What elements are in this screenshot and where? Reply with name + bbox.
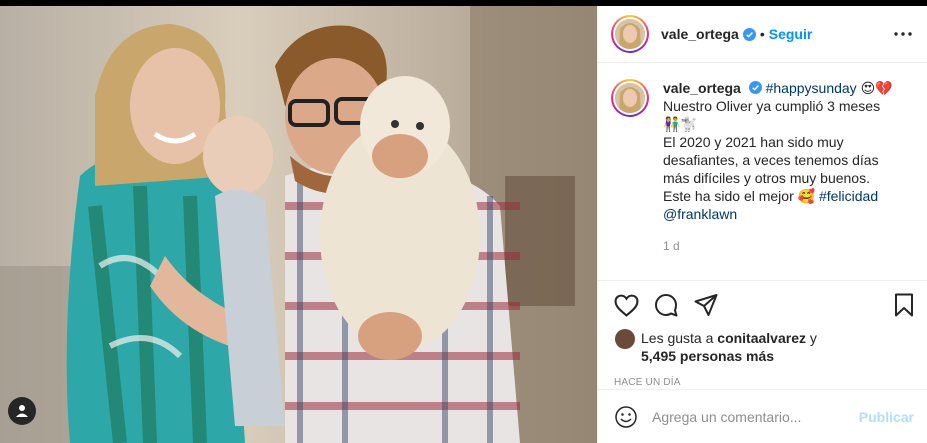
user-tag-button[interactable] [8, 397, 36, 425]
comment-input[interactable] [652, 408, 859, 425]
caption-emoji: 😍💔 [860, 80, 893, 96]
post-header: vale_ortega • Seguir [598, 6, 927, 63]
user-tag-icon [16, 405, 28, 417]
more-options-icon [894, 32, 912, 36]
photo-illustration [0, 6, 597, 443]
avatar[interactable] [611, 15, 649, 53]
header-username[interactable]: vale_ortega [661, 26, 739, 42]
actions-section: Les gusta a conitaalvarez y 5,495 person… [598, 280, 927, 388]
caption-username[interactable]: vale_ortega [663, 80, 741, 96]
comment-box: Publicar [598, 389, 927, 443]
save-button[interactable] [890, 291, 918, 319]
mention-franklawn[interactable]: @franklawn [663, 206, 737, 222]
liker-username[interactable]: conitaalvarez [717, 330, 806, 346]
likes-prefix: Les gusta a [641, 330, 714, 346]
liker-avatar[interactable] [615, 329, 635, 349]
verified-badge-icon [742, 27, 756, 41]
likes-summary: Les gusta a conitaalvarez y 5,495 person… [598, 329, 927, 365]
caption-line: Nuestro Oliver ya cumplió 3 meses [663, 98, 881, 114]
hashtag-happysunday[interactable]: #happysunday [766, 80, 857, 96]
profile-picture [615, 19, 645, 49]
more-options-button[interactable] [891, 22, 915, 46]
action-bar [598, 281, 927, 329]
likes-count[interactable]: 5,495 personas más [641, 348, 774, 364]
bookmark-icon [895, 293, 913, 317]
caption-time[interactable]: 1 d [663, 237, 898, 255]
caption-avatar[interactable] [611, 79, 649, 117]
caption: vale_ortega #happysunday 😍💔 Nuestro Oliv… [598, 63, 927, 255]
like-button[interactable] [612, 291, 640, 319]
comment-button[interactable] [652, 291, 680, 319]
comment-icon [655, 294, 678, 317]
caption-text: vale_ortega #happysunday 😍💔 Nuestro Oliv… [663, 79, 898, 255]
share-button[interactable] [692, 291, 720, 319]
separator-dot: • [759, 26, 765, 42]
post-photo[interactable] [0, 6, 597, 443]
share-icon [694, 294, 718, 316]
post-side-panel: vale_ortega • Seguir vale_ortega #happys… [597, 6, 927, 443]
post-date[interactable]: Hace un día [598, 365, 927, 388]
heart-icon [614, 294, 638, 317]
publish-button[interactable]: Publicar [859, 409, 914, 425]
follow-button[interactable]: Seguir [769, 26, 813, 42]
caption-emoji: 🥰 [797, 188, 816, 204]
hashtag-felicidad[interactable]: #felicidad [819, 188, 878, 204]
caption-emoji: 👫🐩 [663, 116, 698, 132]
profile-picture [615, 83, 645, 113]
emoji-icon[interactable] [614, 405, 638, 429]
verified-badge-icon [748, 81, 762, 94]
likes-connector: y [809, 330, 817, 346]
